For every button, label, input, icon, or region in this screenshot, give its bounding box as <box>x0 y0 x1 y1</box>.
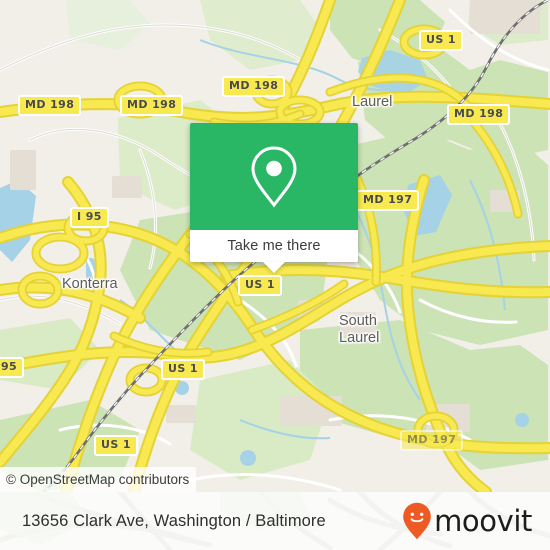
moovit-logo[interactable]: moovit <box>402 502 532 540</box>
moovit-smiley-pin-icon <box>403 502 431 540</box>
address-label: 13656 Clark Ave, Washington / Baltimore <box>22 511 326 530</box>
place-label-laurel: Laurel <box>352 94 393 110</box>
moovit-wordmark: moovit <box>434 503 532 538</box>
place-label-konterra: Konterra <box>62 276 118 292</box>
road-shield[interactable]: I 95 <box>70 207 109 228</box>
place-label-line: South <box>339 313 377 329</box>
road-shield[interactable]: US 1 <box>161 359 205 380</box>
take-me-there-label: Take me there <box>227 238 321 254</box>
road-shield[interactable]: US 1 <box>419 30 463 51</box>
road-shield[interactable]: 95 <box>0 357 25 378</box>
place-label-line: Laurel <box>339 330 380 346</box>
place-label-south-laurel: South Laurel <box>339 313 379 347</box>
osm-attribution[interactable]: © OpenStreetMap contributors <box>0 467 197 492</box>
popup-card-tail <box>263 262 285 273</box>
footer-content-row: 13656 Clark Ave, Washington / Baltimore … <box>0 492 550 550</box>
road-shield[interactable]: MD 198 <box>18 95 82 116</box>
map-page: MD 198 MD 198 MD 198 US 1 MD 198 MD 197 … <box>0 0 550 550</box>
road-shield[interactable]: MD 197 <box>356 190 420 211</box>
location-popup-card[interactable]: Take me there <box>190 123 358 273</box>
popup-card-header <box>190 123 358 230</box>
road-shield[interactable]: MD 197 <box>400 430 464 451</box>
map-pin-icon <box>251 145 297 207</box>
osm-attribution-text: © OpenStreetMap contributors <box>6 472 190 487</box>
road-shield[interactable]: MD 198 <box>222 76 286 97</box>
road-shield[interactable]: MD 198 <box>120 95 184 116</box>
road-shield[interactable]: US 1 <box>94 435 138 456</box>
map-canvas[interactable]: MD 198 MD 198 MD 198 US 1 MD 198 MD 197 … <box>0 0 550 492</box>
road-shield[interactable]: US 1 <box>238 275 282 296</box>
footer-bar: 13656 Clark Ave, Washington / Baltimore … <box>0 492 550 550</box>
popup-card-footer[interactable]: Take me there <box>190 230 358 273</box>
road-shield[interactable]: MD 198 <box>447 104 511 125</box>
